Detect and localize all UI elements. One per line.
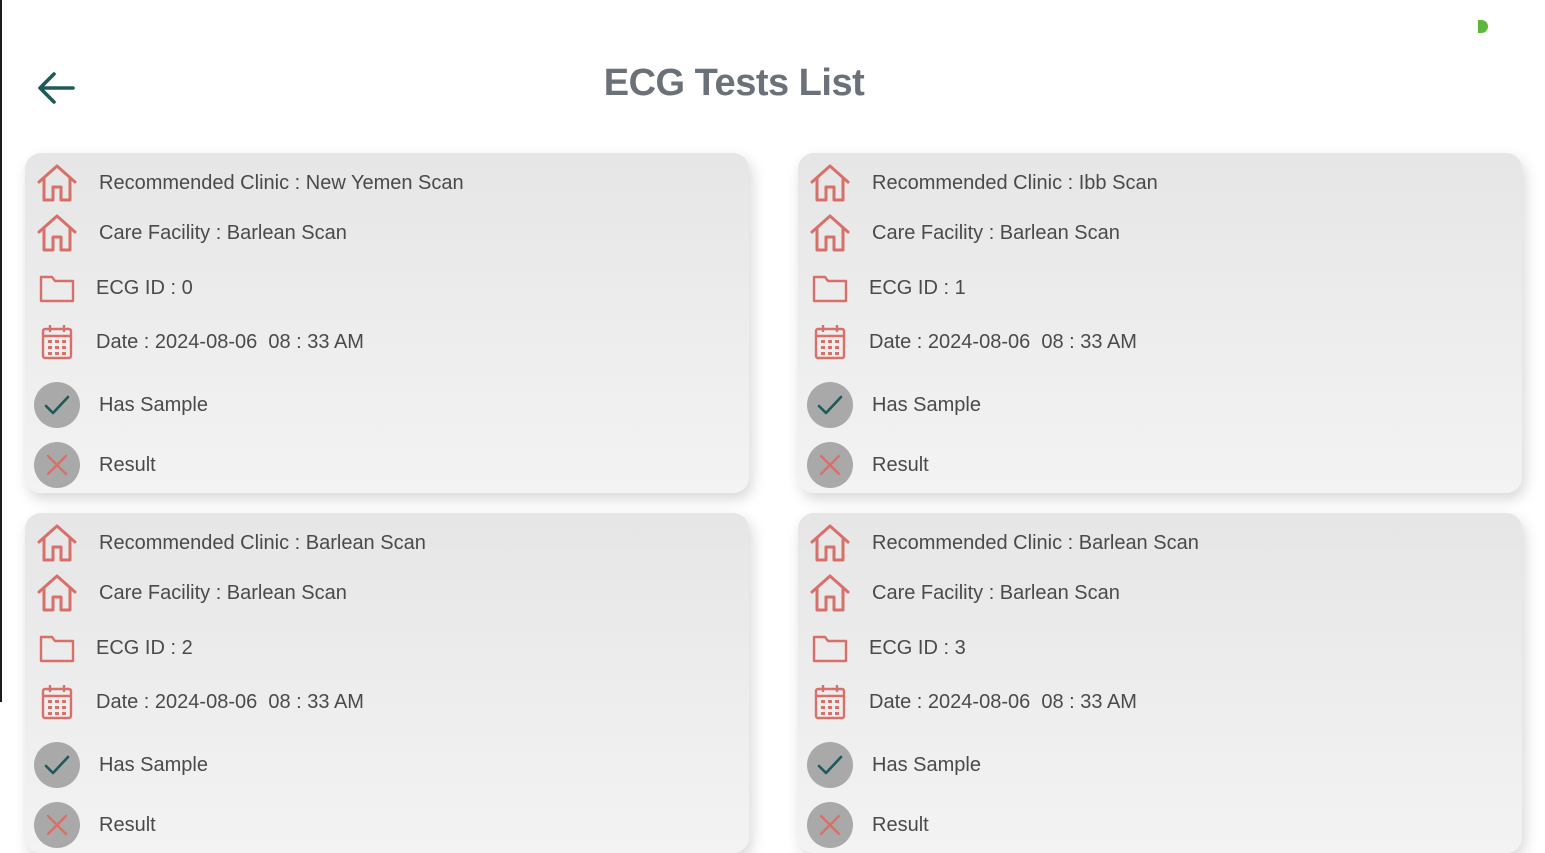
has-sample-text: Has Sample <box>872 753 981 776</box>
date-row: Date : 2024-08-06 08 : 33 AM <box>808 319 1137 365</box>
ecg-id-row: ECG ID : 2 <box>35 625 193 671</box>
folder-icon <box>35 265 79 311</box>
ecg-id-text: ECG ID : 1 <box>869 276 966 299</box>
result-text: Result <box>872 813 929 836</box>
clinic-row: Recommended Clinic : Barlean Scan <box>807 520 1199 566</box>
calendar-icon <box>808 319 852 365</box>
result-text: Result <box>872 453 929 476</box>
result-row: Result <box>34 802 156 848</box>
ecg-test-card[interactable]: Recommended Clinic : Barlean Scan Care F… <box>25 513 749 853</box>
recommended-clinic-text: Recommended Clinic : Ibb Scan <box>872 171 1158 194</box>
home-icon <box>807 570 853 616</box>
care-facility-text: Care Facility : Barlean Scan <box>872 581 1120 604</box>
has-sample-text: Has Sample <box>99 393 208 416</box>
home-icon <box>34 520 80 566</box>
facility-row: Care Facility : Barlean Scan <box>807 570 1120 616</box>
check-icon <box>34 742 80 788</box>
ecg-tests-grid: Recommended Clinic : New Yemen Scan Care… <box>25 153 1525 853</box>
ecg-id-text: ECG ID : 3 <box>869 636 966 659</box>
home-icon <box>34 210 80 256</box>
has-sample-row: Has Sample <box>34 742 208 788</box>
facility-row: Care Facility : Barlean Scan <box>34 570 347 616</box>
clinic-row: Recommended Clinic : New Yemen Scan <box>34 160 464 206</box>
ecg-test-card[interactable]: Recommended Clinic : New Yemen Scan Care… <box>25 153 749 493</box>
check-icon <box>34 382 80 428</box>
has-sample-text: Has Sample <box>99 753 208 776</box>
date-text: Date : 2024-08-06 08 : 33 AM <box>96 690 364 713</box>
date-text: Date : 2024-08-06 08 : 33 AM <box>869 690 1137 713</box>
ecg-test-card[interactable]: Recommended Clinic : Barlean Scan Care F… <box>798 513 1522 853</box>
close-icon <box>34 442 80 488</box>
recommended-clinic-text: Recommended Clinic : Barlean Scan <box>872 531 1199 554</box>
result-row: Result <box>807 802 929 848</box>
care-facility-text: Care Facility : Barlean Scan <box>872 221 1120 244</box>
home-icon <box>807 520 853 566</box>
care-facility-text: Care Facility : Barlean Scan <box>99 581 347 604</box>
home-icon <box>807 210 853 256</box>
has-sample-row: Has Sample <box>34 382 208 428</box>
check-icon <box>807 742 853 788</box>
recommended-clinic-text: Recommended Clinic : Barlean Scan <box>99 531 426 554</box>
window-edge <box>0 0 2 702</box>
date-row: Date : 2024-08-06 08 : 33 AM <box>35 319 364 365</box>
ecg-id-text: ECG ID : 0 <box>96 276 193 299</box>
date-row: Date : 2024-08-06 08 : 33 AM <box>35 679 364 725</box>
care-facility-text: Care Facility : Barlean Scan <box>99 221 347 244</box>
status-indicator <box>1478 20 1488 33</box>
calendar-icon <box>35 319 79 365</box>
recommended-clinic-text: Recommended Clinic : New Yemen Scan <box>99 171 464 194</box>
result-text: Result <box>99 813 156 836</box>
folder-icon <box>808 625 852 671</box>
result-row: Result <box>807 442 929 488</box>
facility-row: Care Facility : Barlean Scan <box>34 210 347 256</box>
has-sample-text: Has Sample <box>872 393 981 416</box>
check-icon <box>807 382 853 428</box>
page-title: ECG Tests List <box>603 62 865 104</box>
clinic-row: Recommended Clinic : Ibb Scan <box>807 160 1158 206</box>
calendar-icon <box>35 679 79 725</box>
folder-icon <box>808 265 852 311</box>
ecg-id-row: ECG ID : 3 <box>808 625 966 671</box>
close-icon <box>807 442 853 488</box>
ecg-id-row: ECG ID : 1 <box>808 265 966 311</box>
ecg-test-card[interactable]: Recommended Clinic : Ibb Scan Care Facil… <box>798 153 1522 493</box>
folder-icon <box>35 625 79 671</box>
result-text: Result <box>99 453 156 476</box>
home-icon <box>34 160 80 206</box>
calendar-icon <box>808 679 852 725</box>
close-icon <box>807 802 853 848</box>
home-icon <box>807 160 853 206</box>
date-text: Date : 2024-08-06 08 : 33 AM <box>96 330 364 353</box>
date-row: Date : 2024-08-06 08 : 33 AM <box>808 679 1137 725</box>
result-row: Result <box>34 442 156 488</box>
ecg-id-text: ECG ID : 2 <box>96 636 193 659</box>
has-sample-row: Has Sample <box>807 382 981 428</box>
date-text: Date : 2024-08-06 08 : 33 AM <box>869 330 1137 353</box>
facility-row: Care Facility : Barlean Scan <box>807 210 1120 256</box>
close-icon <box>34 802 80 848</box>
clinic-row: Recommended Clinic : Barlean Scan <box>34 520 426 566</box>
ecg-id-row: ECG ID : 0 <box>35 265 193 311</box>
has-sample-row: Has Sample <box>807 742 981 788</box>
home-icon <box>34 570 80 616</box>
